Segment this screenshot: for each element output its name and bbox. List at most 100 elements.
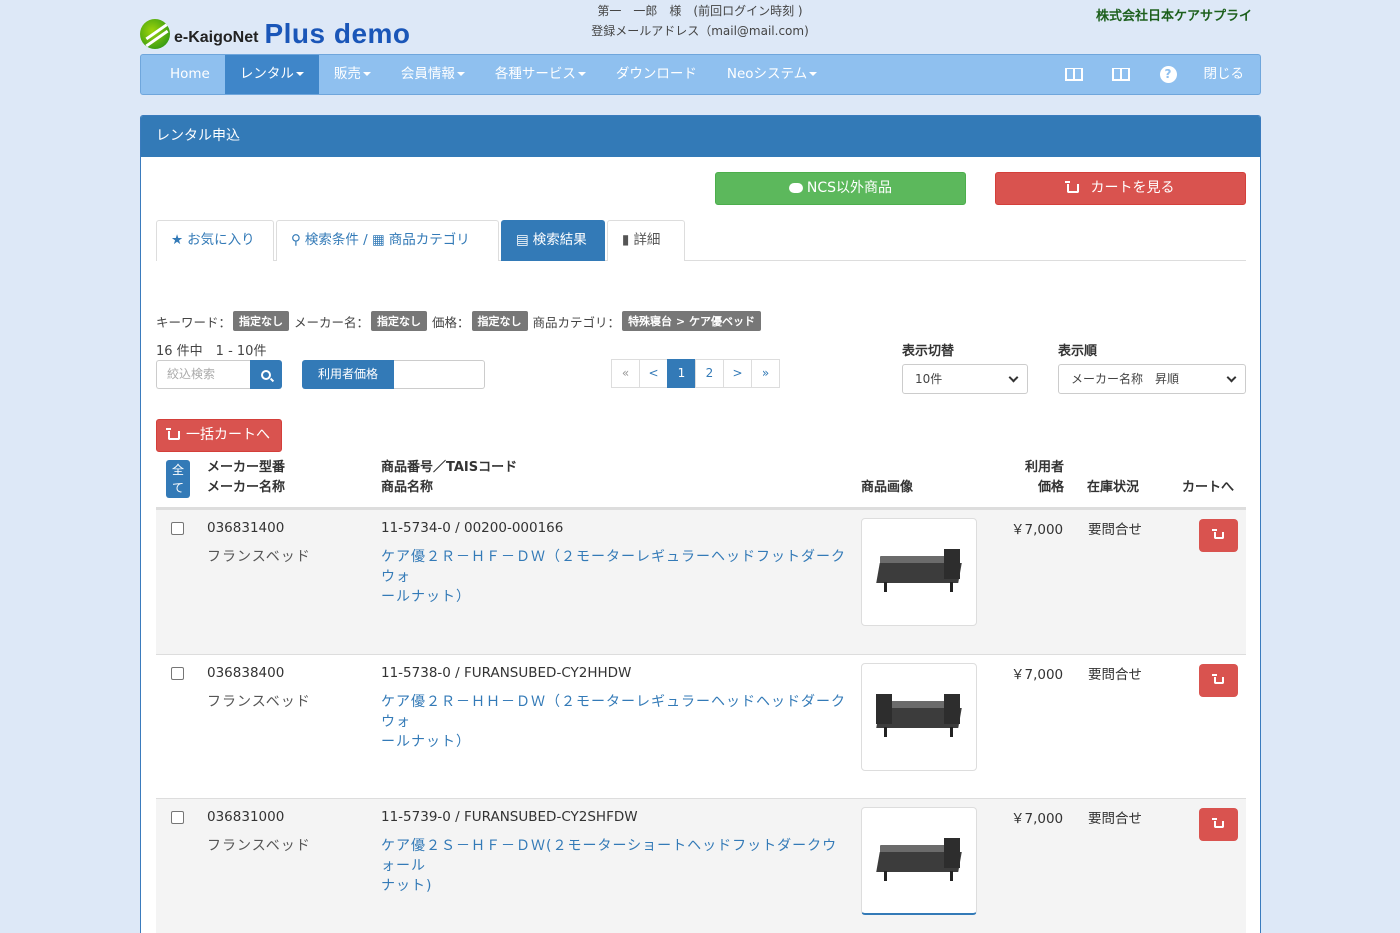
nav-member-label: 会員情報 (400, 66, 455, 82)
document-icon: ▮ (622, 232, 630, 248)
col-product-header: 商品番号／TAISコード 商品名称 (381, 458, 517, 498)
view-cart-button[interactable]: カートを見る (995, 172, 1246, 205)
sort-order-select[interactable]: メーカー名称 昇順 (1058, 364, 1246, 394)
ncs-other-products-button[interactable]: NCS以外商品 (715, 172, 966, 205)
product-name-line2: ールナット） (381, 589, 471, 605)
add-to-cart-button[interactable] (1199, 808, 1238, 841)
product-name-line1: ケア優２Ｓ－ＨＦ－ＤＷ(２モーターショートヘッドフットダークウォール (381, 838, 838, 874)
product-image[interactable] (861, 663, 977, 771)
product-name-link[interactable]: ケア優２Ｒ－ＨＨ－ＤＷ（２モーターレギュラーヘッドヘッドダークウォールナット） (381, 692, 851, 752)
active-filters: キーワード： 指定なし メーカー名： 指定なし 価格： 指定なし 商品カテゴリ：… (156, 311, 766, 331)
col-maker-header: メーカー型番 メーカー名称 (207, 458, 285, 498)
chevron-down-icon (1226, 372, 1237, 383)
nav-home[interactable]: Home (141, 55, 225, 94)
cart-icon (1211, 818, 1224, 828)
logo-ball-icon (140, 19, 170, 49)
maker-name: フランスベッド (207, 838, 311, 854)
add-to-cart-button[interactable] (1199, 664, 1238, 697)
list-icon: ▤ (516, 232, 529, 248)
stock-status: 要問合せ (1088, 522, 1142, 538)
select-all-line1: 全 (171, 463, 184, 477)
cart-icon (166, 427, 180, 440)
row-checkbox[interactable] (171, 667, 184, 680)
caret-down-icon (362, 72, 371, 76)
refine-search-input[interactable]: 絞込検索 (156, 360, 250, 389)
product-code: 11-5738-0 / FURANSUBED-CY2HHDW (381, 665, 632, 681)
user-email: 登録メールアドレス（mail@mail.com) (591, 24, 809, 38)
display-count-value: 10件 (915, 372, 943, 386)
product-image[interactable] (861, 807, 977, 915)
tab-favorites-label: お気に入り (187, 232, 255, 248)
result-count: 16 件中 1 - 10件 (156, 344, 267, 359)
product-image[interactable] (861, 518, 977, 626)
sort-order-value: メーカー名称 昇順 (1071, 372, 1180, 386)
help-button[interactable]: ? (1145, 55, 1192, 94)
star-icon: ★ (171, 232, 184, 248)
user-price-toggle-off[interactable] (394, 360, 485, 389)
product-name-link[interactable]: ケア優２Ｓ－ＨＦ－ＤＷ(２モーターショートヘッドフットダークウォールナット) (381, 836, 851, 896)
filter-maker-tag: 指定なし (371, 311, 428, 331)
row-checkbox[interactable] (171, 811, 184, 824)
tab-category-label: 商品カテゴリ (388, 232, 470, 248)
tab-details-label: 詳細 (633, 232, 661, 248)
page-1[interactable]: 1 (667, 359, 696, 388)
product-name-line1: ケア優２Ｒ－ＨＨ－ＤＷ（２モーターレギュラーヘッドヘッドダークウォ (381, 694, 846, 730)
product-name-line2: ールナット） (381, 734, 471, 750)
bed-leg-shape (884, 582, 887, 592)
search-book-button[interactable] (1098, 55, 1145, 94)
page-last[interactable]: » (751, 359, 780, 388)
search-icon: ⚲ (291, 232, 301, 248)
user-price-toggle[interactable]: 利用者価格 (302, 360, 394, 389)
nav-sales[interactable]: 販売 (319, 55, 386, 94)
col-price-header: 利用者価格 (1011, 458, 1064, 498)
site-logo[interactable]: e-KaigoNet Plus demo (140, 18, 411, 50)
refine-search-button[interactable] (250, 360, 282, 389)
col-product-name: 商品名称 (381, 480, 434, 495)
main-navbar: Home レンタル 販売 会員情報 各種サービス ダウンロード Neoシステム … (140, 54, 1261, 95)
filter-price-tag: 指定なし (471, 311, 528, 331)
col-product-code: 商品番号／TAISコード (381, 460, 518, 475)
cart-icon (1211, 674, 1224, 684)
nav-services[interactable]: 各種サービス (480, 55, 601, 94)
col-maker-model: メーカー型番 (207, 460, 286, 475)
add-to-cart-button[interactable] (1199, 519, 1238, 552)
page-prev[interactable]: < (639, 359, 668, 388)
nav-neo-system[interactable]: Neoシステム (712, 55, 832, 94)
product-code: 11-5734-0 / 00200-000166 (381, 520, 564, 536)
col-price-line1: 利用者 (1024, 460, 1064, 475)
filter-keyword-label: キーワード： (156, 314, 232, 330)
page-next[interactable]: > (723, 359, 752, 388)
nav-member[interactable]: 会員情報 (386, 55, 480, 94)
page-2[interactable]: 2 (695, 359, 724, 388)
col-image-header: 商品画像 (861, 480, 914, 495)
tab-search-results[interactable]: ▤ 検索結果 (501, 220, 605, 261)
user-name: 第一 一郎 様 (前回ログイン時刻 ) (597, 4, 803, 18)
display-count-select[interactable]: 10件 (902, 364, 1028, 394)
select-all-button[interactable]: 全て (166, 460, 190, 498)
tab-details[interactable]: ▮ 詳細 (607, 220, 685, 261)
logo-text-small: e-KaigoNet (174, 29, 259, 46)
bulk-add-to-cart-button[interactable]: 一括カートへ (156, 419, 282, 452)
cart-icon (1064, 180, 1079, 193)
product-name-line2: ナット) (381, 878, 433, 894)
bed-footboard-shape (876, 694, 892, 724)
col-price-line2: 価格 (1037, 480, 1064, 495)
caret-down-icon (577, 72, 586, 76)
page-first[interactable]: « (611, 359, 640, 388)
product-code: 11-5739-0 / FURANSUBED-CY2SHFDW (381, 809, 638, 825)
view-cart-label: カートを見る (1090, 180, 1175, 196)
filter-category-tag: 特殊寝台 > ケア優ベッド (622, 311, 761, 331)
close-button[interactable]: 閉じる (1192, 55, 1261, 94)
nav-download[interactable]: ダウンロード (601, 55, 712, 94)
manual-book-button[interactable] (1051, 55, 1098, 94)
filter-keyword-tag: 指定なし (233, 311, 290, 331)
row-checkbox[interactable] (171, 522, 184, 535)
nav-rental[interactable]: レンタル (224, 55, 319, 94)
user-price: ￥7,000 (1011, 811, 1064, 827)
caret-down-icon (295, 72, 304, 76)
tab-results-label: 検索結果 (532, 232, 587, 248)
tab-search-conditions[interactable]: ⚲ 検索条件 / ▦ 商品カテゴリ (276, 220, 499, 261)
product-name-link[interactable]: ケア優２Ｒ－ＨＦ－ＤＷ（２モーターレギュラーヘッドフットダークウォ ールナット） (381, 547, 851, 607)
rental-panel: レンタル申込 NCS以外商品 カートを見る ★ お気に入り ⚲ 検索条件 / ▦ 商品… (140, 115, 1261, 933)
tab-favorites[interactable]: ★ お気に入り (156, 220, 274, 261)
